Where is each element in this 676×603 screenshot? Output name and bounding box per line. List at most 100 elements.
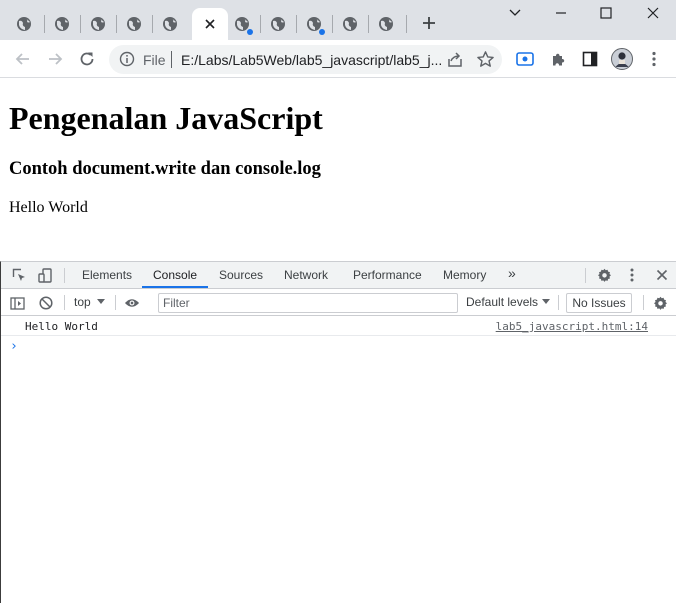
- eye-icon: [124, 299, 140, 307]
- tab-sources[interactable]: Sources: [219, 268, 263, 282]
- devtools-settings-button[interactable]: [596, 267, 612, 283]
- puzzle-icon: [552, 53, 564, 65]
- url-text[interactable]: E:/Labs/Lab5Web/lab5_javascript/lab5_j..…: [181, 52, 442, 68]
- browser-tab[interactable]: [154, 8, 186, 40]
- page-body-text: Hello World: [9, 199, 88, 216]
- notification-dot: [319, 29, 325, 35]
- toolbar-separator: [64, 295, 65, 310]
- browser-tab[interactable]: [226, 8, 258, 40]
- tab-separator: [368, 15, 369, 33]
- forward-button[interactable]: [43, 47, 67, 71]
- device-icon: [37, 267, 52, 283]
- browser-tab-active[interactable]: [192, 8, 228, 40]
- active-tab-indicator: [142, 286, 208, 288]
- browser-tab[interactable]: [118, 8, 150, 40]
- tab-separator: [44, 15, 45, 33]
- browser-tab[interactable]: [334, 8, 366, 40]
- address-bar[interactable]: File E:/Labs/Lab5Web/lab5_javascript/lab…: [109, 45, 502, 74]
- browser-tab[interactable]: [46, 8, 78, 40]
- tab-separator: [296, 15, 297, 33]
- info-icon[interactable]: [119, 51, 135, 67]
- toolbar-separator: [115, 295, 116, 310]
- gear-icon: [653, 296, 667, 310]
- arrow-right-icon: [49, 53, 63, 65]
- tab-network[interactable]: Network: [284, 268, 328, 282]
- devtools-menu-button[interactable]: [624, 267, 640, 283]
- inspect-icon: [12, 268, 25, 281]
- globe-icon: [163, 17, 177, 31]
- browser-menu-button[interactable]: [644, 49, 664, 69]
- side-panel-button[interactable]: [580, 49, 600, 69]
- close-icon[interactable]: [204, 18, 216, 30]
- console-message-row: Hello World lab5_javascript.html:14: [1, 317, 676, 336]
- console-filter-bar: top Default levels No Issues: [1, 290, 676, 316]
- browser-tab[interactable]: [82, 8, 114, 40]
- browser-tab[interactable]: [8, 8, 40, 40]
- caret-down-icon: [542, 299, 550, 304]
- profile-avatar-icon: [611, 48, 633, 70]
- minimize-button[interactable]: [549, 2, 573, 24]
- screencast-icon: [516, 52, 534, 66]
- close-icon: [647, 7, 659, 19]
- console-source-link[interactable]: lab5_javascript.html:14: [496, 320, 648, 333]
- sidebar-toggle-icon: [9, 296, 25, 310]
- url-separator: [171, 51, 172, 68]
- plus-icon: [423, 17, 435, 29]
- console-prompt[interactable]: ›: [10, 339, 18, 354]
- device-toolbar-button[interactable]: [37, 267, 53, 283]
- tab-strip: [0, 0, 676, 40]
- tab-console[interactable]: Console: [153, 268, 197, 282]
- clear-console-button[interactable]: [38, 295, 54, 311]
- toolbar-separator: [64, 268, 65, 283]
- tab-memory[interactable]: Memory: [443, 268, 486, 282]
- execution-context-select[interactable]: top: [74, 295, 91, 309]
- browser-tab[interactable]: [298, 8, 330, 40]
- issues-button[interactable]: No Issues: [566, 293, 632, 313]
- log-levels-dropdown[interactable]: Default levels: [466, 295, 538, 309]
- browser-toolbar: File E:/Labs/Lab5Web/lab5_javascript/lab…: [0, 40, 676, 78]
- page-subtitle: Contoh document.write dan console.log: [9, 159, 321, 179]
- bookmark-star-icon[interactable]: [476, 50, 495, 69]
- new-tab-button[interactable]: [418, 12, 440, 34]
- tab-separator: [332, 15, 333, 33]
- page-viewport: Pengenalan JavaScript Contoh document.wr…: [0, 79, 676, 261]
- tab-separator: [116, 15, 117, 33]
- avatar[interactable]: [611, 48, 633, 70]
- globe-icon: [55, 17, 69, 31]
- globe-icon: [343, 17, 357, 31]
- devtools-close-button[interactable]: [654, 267, 670, 283]
- console-filter-input[interactable]: [158, 293, 458, 313]
- tab-separator: [260, 15, 261, 33]
- gear-icon: [597, 268, 611, 282]
- minimize-icon: [556, 12, 566, 14]
- sidebar-toggle-button[interactable]: [9, 295, 25, 311]
- tab-separator: [152, 15, 153, 33]
- screencast-button[interactable]: [515, 49, 535, 69]
- share-icon[interactable]: [446, 51, 464, 69]
- console-settings-button[interactable]: [652, 295, 668, 311]
- notification-dot: [247, 29, 253, 35]
- toolbar-separator: [585, 268, 586, 283]
- caret-down-icon: [97, 299, 105, 304]
- live-expression-button[interactable]: [124, 295, 140, 311]
- extensions-button[interactable]: [548, 49, 568, 69]
- browser-tab[interactable]: [262, 8, 294, 40]
- chevron-down-icon: [509, 9, 521, 16]
- tab-separator: [80, 15, 81, 33]
- globe-icon: [379, 17, 393, 31]
- maximize-button[interactable]: [594, 2, 618, 24]
- tab-elements[interactable]: Elements: [82, 268, 132, 282]
- window-close-button[interactable]: [641, 2, 665, 24]
- devtools-tab-bar: Elements Console Sources Network Perform…: [1, 262, 676, 289]
- back-button[interactable]: [11, 47, 35, 71]
- side-panel-icon: [582, 51, 598, 67]
- more-tabs-button[interactable]: »: [508, 265, 516, 281]
- browser-tab[interactable]: [370, 8, 402, 40]
- toolbar-separator: [558, 295, 559, 310]
- tab-performance[interactable]: Performance: [353, 268, 422, 282]
- reload-icon: [80, 52, 94, 66]
- inspect-element-button[interactable]: [11, 267, 27, 283]
- reload-button[interactable]: [75, 47, 99, 71]
- tab-search-button[interactable]: [503, 2, 527, 24]
- more-vert-icon: [652, 51, 656, 67]
